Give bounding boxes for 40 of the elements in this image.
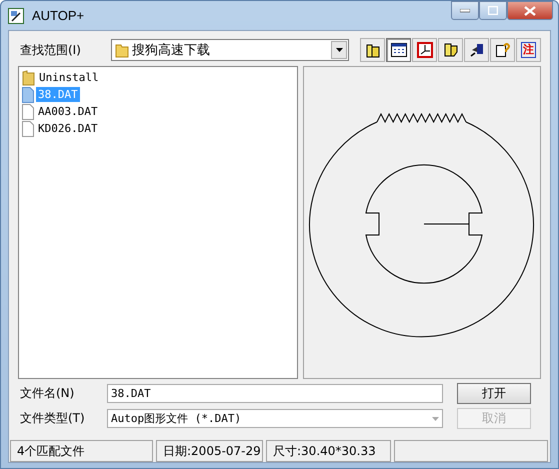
file-list-item[interactable]: AA003.DAT (36, 104, 100, 119)
toolbar-button[interactable] (386, 38, 411, 62)
open-button[interactable]: 打开 (457, 383, 531, 404)
folder-icon (22, 70, 35, 86)
window-title: AUTOP+ (32, 8, 84, 23)
dropdown-arrow-icon (432, 416, 439, 420)
app-icon (8, 8, 24, 24)
device-icon (468, 42, 484, 58)
status-bar-cell: 尺寸:30.40*30.33 (266, 440, 391, 462)
file-type-dropdown[interactable]: Autop图形文件 (*.DAT) (107, 409, 443, 428)
frame-icon (416, 42, 432, 58)
note-button[interactable]: 注 (516, 38, 541, 62)
file-name-field[interactable]: 38.DAT (107, 384, 443, 403)
folder-icon (115, 42, 129, 58)
file-list-item[interactable]: Uninstall (37, 70, 101, 85)
minimize-icon (460, 8, 470, 12)
toolbar-button[interactable] (412, 38, 437, 62)
file-name-label: 文件名(N) (19, 385, 76, 402)
status-bar-cell: 4个匹配文件 (10, 440, 153, 462)
minimize-button[interactable] (451, 1, 479, 20)
toolbar-button[interactable] (360, 38, 385, 62)
folder-icon (364, 42, 380, 58)
file-icon (22, 104, 34, 120)
file-list-item[interactable]: KD026.DAT (36, 121, 100, 136)
maximize-icon (488, 6, 498, 15)
close-button[interactable] (507, 1, 553, 20)
toolbar-button[interactable] (490, 38, 515, 62)
look-in-dropdown[interactable]: 搜狗高速下载 (111, 39, 349, 61)
file-icon (22, 120, 34, 136)
file-type-label: 文件类型(T) (19, 410, 86, 427)
file-icon (22, 86, 34, 102)
open-folder-icon (442, 42, 458, 58)
toolbar-button[interactable] (438, 38, 463, 62)
toolbar-button[interactable] (464, 38, 489, 62)
status-bar-cell: 日期:2005-07-29 (156, 440, 263, 462)
help-icon (494, 42, 510, 58)
grid-icon (390, 43, 406, 57)
close-icon (524, 6, 536, 16)
look-in-label: 查找范围(I) (19, 42, 82, 58)
maximize-button[interactable] (479, 1, 507, 20)
